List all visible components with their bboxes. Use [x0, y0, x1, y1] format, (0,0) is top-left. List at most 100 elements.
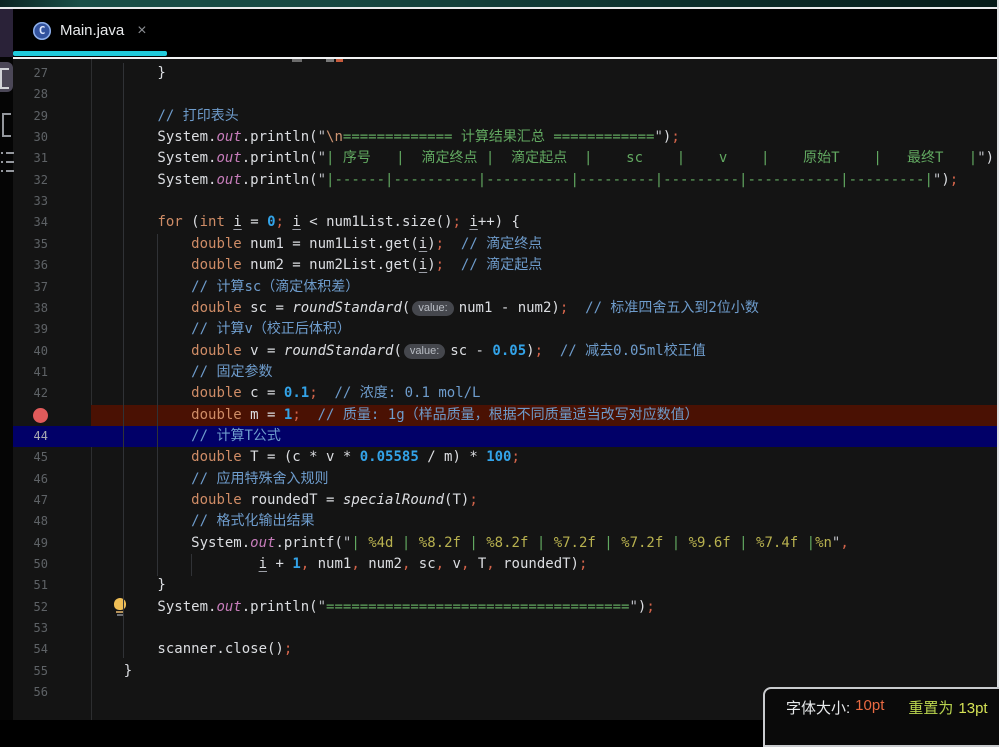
line-number[interactable]: 27 — [13, 63, 48, 84]
font-size-popup: 字体大小: 10pt 重置为13pt — [763, 687, 999, 747]
code-line[interactable]: 41 // 固定参数 — [13, 362, 999, 383]
editor-tab-bar: C Main.java × — [13, 9, 999, 57]
line-number[interactable]: 53 — [13, 618, 48, 639]
code-line[interactable]: 46 // 应用特殊舍入规则 — [13, 469, 999, 490]
code-text: // 计算v（校正后体积） — [90, 319, 351, 340]
code-text: System.out.println("====================… — [90, 597, 655, 618]
line-number[interactable]: 50 — [13, 554, 48, 575]
code-line[interactable]: 36 double num2 = num2List.get(i); // 滴定起… — [13, 255, 999, 276]
line-number[interactable]: 44 — [13, 426, 48, 447]
code-text: System.out.println("\n============= 计算结果… — [90, 127, 680, 148]
code-line[interactable]: 44 // 计算T公式 — [13, 426, 999, 447]
code-line[interactable]: 32 System.out.println("|------|---------… — [13, 170, 999, 191]
tab-main-java[interactable]: C Main.java × — [16, 9, 161, 52]
active-tab-underline — [13, 51, 167, 56]
tab-close-icon[interactable]: × — [137, 22, 146, 40]
code-line[interactable]: 51 } — [13, 575, 999, 596]
code-line[interactable]: 28 — [13, 84, 999, 105]
line-number[interactable]: 30 — [13, 127, 48, 148]
line-number[interactable]: 49 — [13, 533, 48, 554]
code-line[interactable]: 40 double v = roundStandard(value:sc - 0… — [13, 341, 999, 362]
code-text: } — [90, 63, 166, 84]
parameter-hint-inlay: value: — [404, 344, 445, 359]
line-number[interactable]: 36 — [13, 255, 48, 276]
code-line[interactable]: 39 // 计算v（校正后体积） — [13, 319, 999, 340]
line-number[interactable]: 34 — [13, 212, 48, 233]
line-number[interactable]: 29 — [13, 106, 48, 127]
code-line[interactable]: 38 double sc = roundStandard(value:num1 … — [13, 298, 999, 319]
code-text: System.out.println("|------|----------|-… — [90, 170, 958, 191]
code-text: double sc = roundStandard(value:num1 - n… — [90, 298, 759, 319]
indent-guide — [123, 63, 124, 658]
code-text: } — [90, 661, 132, 682]
line-number[interactable]: 41 — [13, 362, 48, 383]
line-number[interactable]: 35 — [13, 234, 48, 255]
code-line[interactable]: 31 System.out.println("| 序号 | 滴定终点 | 滴定起… — [13, 148, 999, 169]
todo-list-icon[interactable] — [1, 150, 13, 176]
line-number[interactable]: 55 — [13, 661, 48, 682]
tab-label: Main.java — [60, 22, 124, 39]
code-line[interactable]: 55 } — [13, 661, 999, 682]
line-number[interactable]: 28 — [13, 84, 48, 105]
line-number[interactable]: 40 — [13, 341, 48, 362]
window-top-bar — [0, 0, 999, 7]
code-text: // 计算T公式 — [90, 426, 281, 447]
code-text: System.out.printf("| %4d | %8.2f | %8.2f… — [90, 533, 849, 554]
code-line[interactable]: 29 // 打印表头 — [13, 106, 999, 127]
code-text: // 计算sc（滴定体积差） — [90, 277, 359, 298]
code-text: } — [90, 575, 166, 596]
copy-icon[interactable] — [2, 113, 11, 137]
line-number[interactable]: 45 — [13, 447, 48, 468]
ide-window: { "tab": { "icon_letter": "C", "label": … — [0, 0, 999, 720]
code-line[interactable]: 34 for (int i = 0; i < num1List.size(); … — [13, 212, 999, 233]
code-line[interactable]: 48 // 格式化输出结果 — [13, 511, 999, 532]
line-number[interactable]: 37 — [13, 277, 48, 298]
line-number[interactable]: 54 — [13, 639, 48, 660]
parameter-hint-inlay: value: — [412, 301, 453, 316]
code-text: // 固定参数 — [90, 362, 272, 383]
code-text: // 打印表头 — [90, 106, 239, 127]
code-text: scanner.close(); — [90, 639, 292, 660]
code-line[interactable]: 42 double c = 0.1; // 浓度: 0.1 mol/L — [13, 383, 999, 404]
code-text: // 应用特殊舍入规则 — [90, 469, 328, 490]
indent-guide — [191, 554, 192, 576]
code-text: System.out.println("| 序号 | 滴定终点 | 滴定起点 |… — [90, 148, 999, 169]
java-class-icon: C — [33, 22, 51, 40]
code-line[interactable]: 49 System.out.printf("| %4d | %8.2f | %8… — [13, 533, 999, 554]
line-number[interactable]: 33 — [13, 191, 48, 212]
code-text: double roundedT = specialRound(T); — [90, 490, 478, 511]
line-number[interactable]: 47 — [13, 490, 48, 511]
line-number[interactable]: 39 — [13, 319, 48, 340]
code-line[interactable]: 27 } — [13, 63, 999, 84]
code-line[interactable]: 54 scanner.close(); — [13, 639, 999, 660]
tool-window-rail — [0, 9, 13, 720]
font-size-reset-link[interactable]: 重置为13pt — [908, 697, 987, 718]
line-number[interactable]: 51 — [13, 575, 48, 596]
line-number[interactable]: 52 — [13, 597, 48, 618]
code-line[interactable]: 53 — [13, 618, 999, 639]
code-text: double c = 0.1; // 浓度: 0.1 mol/L — [90, 383, 481, 404]
code-line[interactable]: 30 System.out.println("\n============= 计… — [13, 127, 999, 148]
code-line[interactable]: 50 i + 1, num1, num2, sc, v, T, roundedT… — [13, 554, 999, 575]
code-editor[interactable]: 27 }2829 // 打印表头30 System.out.println("\… — [13, 59, 999, 720]
code-line[interactable]: 47 double roundedT = specialRound(T); — [13, 490, 999, 511]
code-line[interactable]: 37 // 计算sc（滴定体积差） — [13, 277, 999, 298]
breakpoint-icon[interactable] — [33, 408, 48, 423]
line-number[interactable]: 31 — [13, 148, 48, 169]
line-number[interactable]: 42 — [13, 383, 48, 404]
line-number[interactable]: 56 — [13, 682, 48, 703]
project-tool-window-button[interactable] — [0, 62, 13, 92]
line-number[interactable]: 48 — [13, 511, 48, 532]
clipped-line-fragment — [336, 59, 343, 62]
code-text: double T = (c * v * 0.05585 / m) * 100; — [90, 447, 520, 468]
line-number[interactable]: 46 — [13, 469, 48, 490]
line-number[interactable]: 38 — [13, 298, 48, 319]
clipped-line-fragment — [292, 59, 302, 62]
code-line[interactable]: 35 double num1 = num1List.get(i); // 滴定终… — [13, 234, 999, 255]
clipped-line-fragment — [326, 59, 334, 62]
line-number[interactable]: 32 — [13, 170, 48, 191]
code-line[interactable]: 33 — [13, 191, 999, 212]
code-line[interactable]: 43 double m = 1; // 质量: 1g（样品质量，根据不同质量适当… — [13, 405, 999, 426]
code-line[interactable]: 52 System.out.println("=================… — [13, 597, 999, 618]
code-line[interactable]: 45 double T = (c * v * 0.05585 / m) * 10… — [13, 447, 999, 468]
